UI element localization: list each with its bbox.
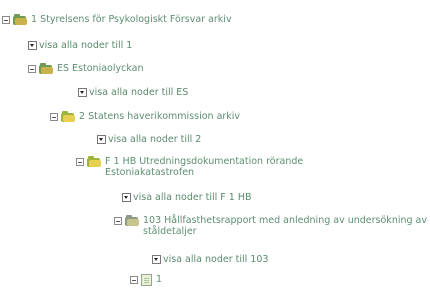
tree-node-103[interactable]: 103 Hållfasthetsrapport med anledning av… — [114, 215, 428, 237]
show-all-nodes-link-1[interactable]: visa alla noder till 1 — [28, 40, 132, 51]
expand-toggle-icon[interactable] — [130, 276, 138, 284]
folder-icon — [125, 215, 139, 226]
document-icon — [141, 274, 152, 286]
dropdown-arrow-icon[interactable] — [152, 255, 161, 264]
tree-node-1-doc[interactable]: 1 — [130, 274, 162, 286]
collapse-toggle-icon[interactable] — [76, 158, 84, 166]
tree-node-label[interactable]: 1 Styrelsens för Psykologiskt Försvar ar… — [31, 14, 232, 26]
tree-node-label[interactable]: 103 Hållfasthetsrapport med anledning av… — [143, 215, 428, 237]
show-all-nodes-link-2[interactable]: visa alla noder till 2 — [97, 134, 201, 145]
folder-icon — [87, 156, 101, 167]
tree-node-label[interactable]: ES Estoniaolyckan — [57, 63, 144, 75]
tree-node-2[interactable]: 2 Statens haverikommission arkiv — [50, 111, 240, 123]
link-label[interactable]: visa alla noder till ES — [89, 87, 188, 98]
collapse-toggle-icon[interactable] — [50, 113, 58, 121]
link-label[interactable]: visa alla noder till F 1 HB — [133, 192, 252, 203]
link-label[interactable]: visa alla noder till 2 — [108, 134, 201, 145]
tree-node-label[interactable]: 2 Statens haverikommission arkiv — [79, 111, 240, 123]
link-label[interactable]: visa alla noder till 1 — [39, 40, 132, 51]
folder-icon — [39, 63, 53, 74]
tree-node-f1hb[interactable]: F 1 HB Utredningsdokumentation rörande E… — [76, 156, 320, 178]
collapse-toggle-icon[interactable] — [2, 16, 10, 24]
dropdown-arrow-icon[interactable] — [28, 41, 37, 50]
show-all-nodes-link-103[interactable]: visa alla noder till 103 — [152, 254, 268, 265]
tree-node-label[interactable]: F 1 HB Utredningsdokumentation rörande E… — [105, 156, 320, 178]
dropdown-arrow-icon[interactable] — [97, 135, 106, 144]
show-all-nodes-link-f1hb[interactable]: visa alla noder till F 1 HB — [122, 192, 252, 203]
collapse-toggle-icon[interactable] — [114, 217, 122, 225]
show-all-nodes-link-es[interactable]: visa alla noder till ES — [78, 87, 188, 98]
tree-node-1[interactable]: 1 Styrelsens för Psykologiskt Försvar ar… — [2, 14, 232, 26]
archive-tree: 1 Styrelsens för Psykologiskt Försvar ar… — [0, 0, 430, 293]
folder-icon — [61, 111, 75, 122]
tree-node-label[interactable]: 1 — [156, 274, 162, 286]
tree-node-es[interactable]: ES Estoniaolyckan — [28, 63, 144, 75]
link-label[interactable]: visa alla noder till 103 — [163, 254, 268, 265]
folder-icon — [13, 14, 27, 25]
collapse-toggle-icon[interactable] — [28, 65, 36, 73]
dropdown-arrow-icon[interactable] — [122, 193, 131, 202]
dropdown-arrow-icon[interactable] — [78, 88, 87, 97]
